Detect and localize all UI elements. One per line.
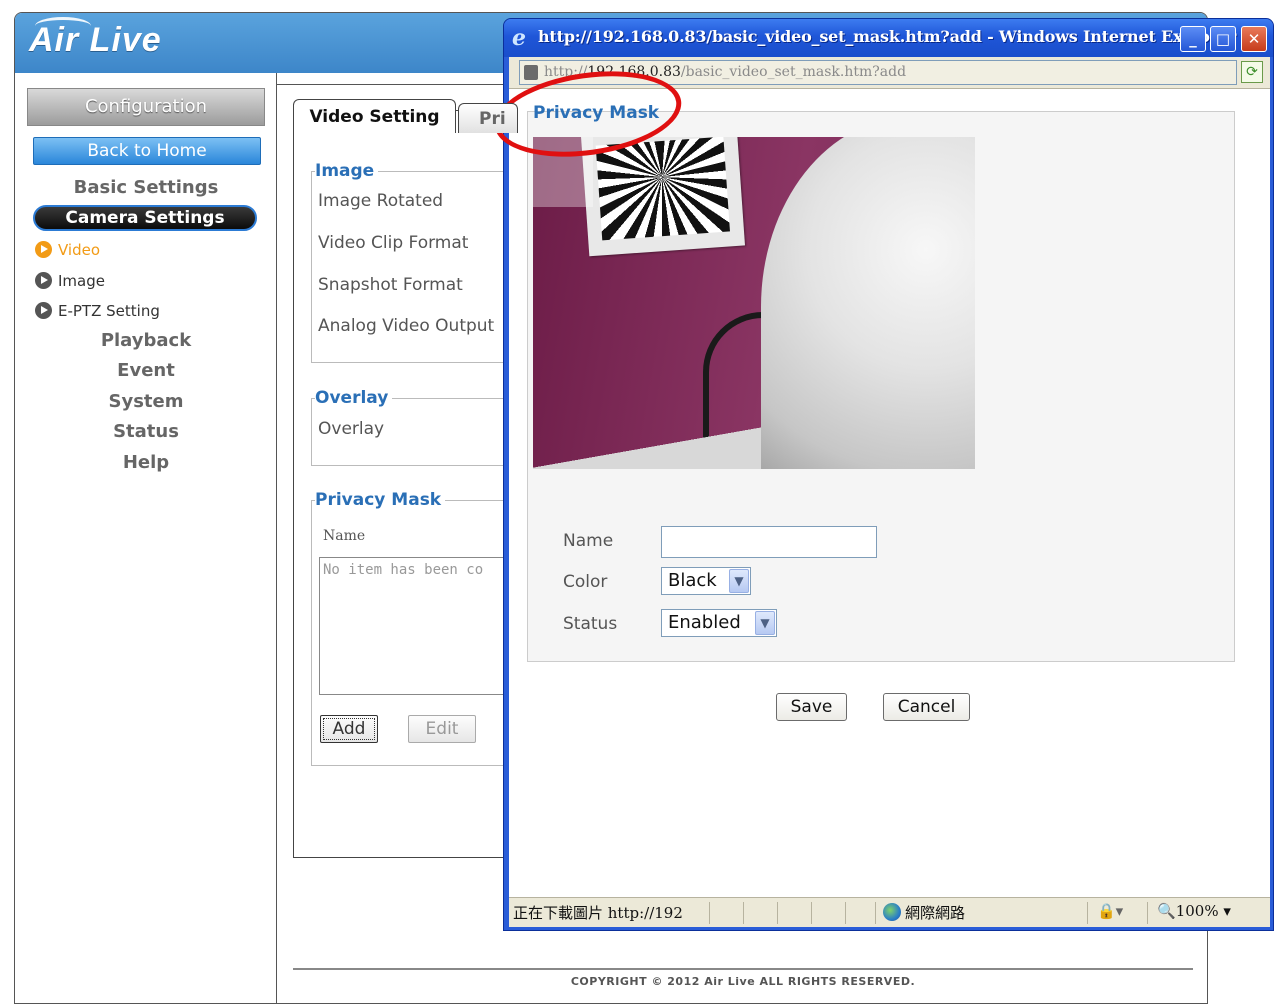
status-text: 正在下載圖片 http://192: [513, 904, 683, 922]
popup-titlebar[interactable]: e http://192.168.0.83/basic_video_set_ma…: [504, 19, 1273, 57]
overlay-label: Overlay: [318, 419, 385, 439]
globe-icon: [883, 903, 901, 921]
address-path: /basic_video_set_mask.htm?add: [680, 64, 907, 80]
image-legend: Image: [315, 160, 379, 182]
zoom-control[interactable]: 🔍100% ▾: [1157, 902, 1231, 920]
color-label: Color: [563, 572, 608, 592]
save-button[interactable]: Save: [776, 693, 847, 721]
configuration-tab[interactable]: Configuration: [27, 88, 265, 126]
color-select[interactable]: Black ▼: [661, 567, 751, 595]
sidebar-item-camera-settings[interactable]: Camera Settings: [33, 205, 257, 231]
privacy-mask-legend: Privacy Mask: [315, 489, 446, 511]
sidebar-item-system[interactable]: System: [33, 390, 259, 414]
status-divider: [811, 902, 812, 924]
sidebar-item-help[interactable]: Help: [33, 451, 259, 475]
minimize-button[interactable]: _: [1180, 26, 1206, 52]
status-divider: [1087, 902, 1088, 924]
video-clip-format-label: Video Clip Format: [318, 233, 469, 253]
page-icon: [524, 65, 538, 80]
sidebar-subitem-label: Video: [58, 241, 101, 259]
sidebar-item-basic-settings[interactable]: Basic Settings: [33, 176, 259, 200]
footer-divider: [293, 968, 1193, 970]
camera-test-chart: [581, 137, 745, 257]
privacy-name-header: Name: [323, 528, 366, 544]
snapshot-format-label: Snapshot Format: [318, 275, 463, 295]
chevron-down-icon: ▼: [755, 611, 775, 635]
sidebar-item-status[interactable]: Status: [33, 420, 259, 444]
name-input[interactable]: [661, 526, 877, 558]
copyright-text: COPYRIGHT © 2012 Air Live ALL RIGHTS RES…: [570, 975, 916, 988]
maximize-button[interactable]: □: [1210, 26, 1236, 52]
image-rotated-label: Image Rotated: [318, 191, 444, 211]
play-bullet-icon: [35, 241, 52, 258]
sidebar-item-playback[interactable]: Playback: [33, 329, 259, 353]
analog-video-output-label: Analog Video Output: [318, 316, 495, 336]
sidebar-subitem-label: Image: [58, 272, 105, 290]
status-divider: [709, 902, 710, 924]
tab-video-setting[interactable]: Video Setting: [293, 99, 456, 133]
privacy-mask-list[interactable]: No item has been co: [319, 557, 519, 695]
status-divider: [1147, 902, 1148, 924]
protected-mode-icon[interactable]: 🔒▾: [1097, 902, 1123, 920]
play-bullet-icon: [35, 272, 52, 289]
ie-logo-icon: e: [512, 25, 526, 51]
cancel-button[interactable]: Cancel: [883, 693, 970, 721]
status-select[interactable]: Enabled ▼: [661, 609, 777, 637]
tab-privacy-partial[interactable]: Pri: [458, 103, 518, 133]
status-divider: [777, 902, 778, 924]
chevron-down-icon: ▼: [729, 569, 749, 593]
status-select-value: Enabled: [668, 612, 741, 633]
page-refresh-icon[interactable]: ⟳: [1241, 61, 1263, 83]
overlay-legend: Overlay: [315, 387, 393, 409]
back-to-home-button[interactable]: Back to Home: [33, 137, 261, 165]
zoom-level: 100%: [1175, 902, 1219, 920]
popup-content: Privacy Mask Name Color Black ▼ Status E…: [509, 89, 1270, 897]
sidebar: Configuration Back to Home Basic Setting…: [15, 73, 277, 1003]
add-button[interactable]: Add: [320, 715, 378, 743]
sidebar-subitem-image[interactable]: Image: [35, 271, 105, 291]
close-button[interactable]: ✕: [1241, 26, 1267, 52]
name-label: Name: [563, 531, 614, 551]
sidebar-item-event[interactable]: Event: [33, 359, 259, 383]
camera-preview[interactable]: [533, 137, 975, 469]
edit-button[interactable]: Edit: [408, 715, 476, 743]
sidebar-subitem-label: E-PTZ Setting: [58, 302, 160, 320]
sidebar-subitem-video[interactable]: Video: [35, 240, 100, 260]
status-divider: [875, 902, 876, 924]
zone-label: 網際網路: [905, 904, 966, 922]
status-bar: 正在下載圖片 http://192 網際網路 🔒▾ 🔍100% ▾: [509, 897, 1270, 927]
ie-popup-window: e http://192.168.0.83/basic_video_set_ma…: [503, 18, 1274, 931]
sidebar-subitem-eptz-setting[interactable]: E-PTZ Setting: [35, 301, 160, 321]
security-zone[interactable]: 網際網路: [883, 902, 965, 923]
status-divider: [845, 902, 846, 924]
color-select-value: Black: [668, 570, 717, 591]
popup-title: http://192.168.0.83/basic_video_set_mask…: [538, 27, 1237, 46]
test-chart-pattern: [595, 137, 730, 241]
status-label: Status: [563, 614, 618, 634]
play-bullet-icon: [35, 302, 52, 319]
airlive-logo: Air Live: [29, 21, 162, 59]
status-divider: [743, 902, 744, 924]
